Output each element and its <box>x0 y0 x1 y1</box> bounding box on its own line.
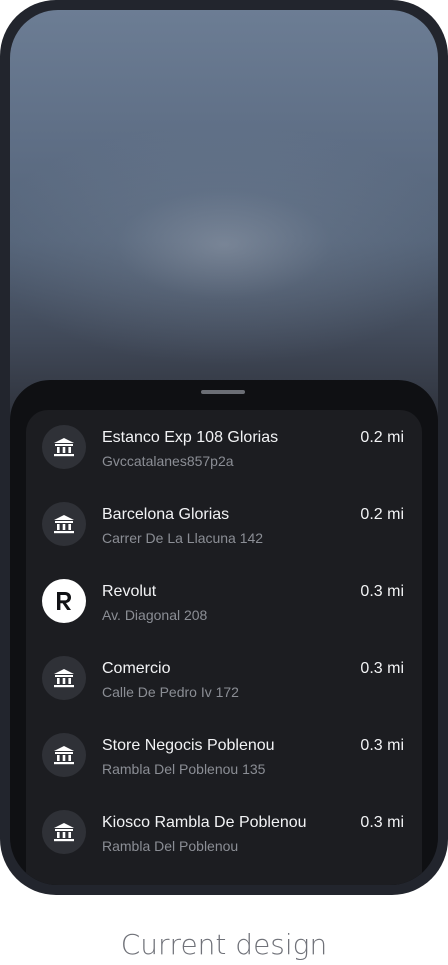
locations-list: Estanco Exp 108 Glorias Gvccatalanes857p… <box>26 410 422 885</box>
location-address: Rambla Del Poblenou 135 <box>102 761 266 777</box>
location-distance: 0.3 mi <box>360 737 404 754</box>
location-name: Comercio <box>102 660 171 677</box>
list-item[interactable]: Estanco Exp 108 Glorias Gvccatalanes857p… <box>26 410 422 487</box>
location-name: Revolut <box>102 583 157 600</box>
location-address: Carrer De La Llacuna 142 <box>102 530 264 546</box>
location-distance: 0.2 mi <box>360 506 404 523</box>
bank-icon <box>42 810 86 854</box>
revolut-logo-icon <box>42 579 86 623</box>
bank-icon <box>42 656 86 700</box>
bank-icon <box>42 425 86 469</box>
location-address: Av. Diagonal 208 <box>102 607 208 623</box>
list-item[interactable]: Store Negocis Poblenou Rambla Del Poblen… <box>26 718 422 795</box>
phone-screen: Estanco Exp 108 Glorias Gvccatalanes857p… <box>10 10 438 885</box>
sheet-drag-handle[interactable] <box>201 390 245 394</box>
list-item[interactable]: Revolut Av. Diagonal 208 0.3 mi <box>26 564 422 641</box>
bottom-sheet: Estanco Exp 108 Glorias Gvccatalanes857p… <box>10 380 438 885</box>
location-distance: 0.3 mi <box>360 583 404 600</box>
location-name: Barcelona Glorias <box>102 506 230 523</box>
list-item[interactable]: Barcelona Glorias Carrer De La Llacuna 1… <box>26 487 422 564</box>
list-item[interactable]: Kiosco Rambla De Poblenou Rambla Del Pob… <box>26 795 422 872</box>
location-distance: 0.3 mi <box>360 814 404 831</box>
location-address: Rambla Del Poblenou <box>102 838 239 854</box>
map-view[interactable] <box>10 10 438 430</box>
bank-icon <box>42 733 86 777</box>
phone-frame: Estanco Exp 108 Glorias Gvccatalanes857p… <box>0 0 448 895</box>
location-distance: 0.3 mi <box>360 660 404 677</box>
location-address: Gvccatalanes857p2a <box>102 453 234 469</box>
location-name: Store Negocis Poblenou <box>102 737 275 754</box>
design-caption: Current design <box>120 928 328 961</box>
list-item[interactable]: Comercio Calle De Pedro Iv 172 0.3 mi <box>26 641 422 718</box>
location-address: Calle De Pedro Iv 172 <box>102 684 239 700</box>
bank-icon <box>42 502 86 546</box>
location-distance: 0.2 mi <box>360 429 404 446</box>
location-name: Estanco Exp 108 Glorias <box>102 429 279 446</box>
location-name: Kiosco Rambla De Poblenou <box>102 814 307 831</box>
